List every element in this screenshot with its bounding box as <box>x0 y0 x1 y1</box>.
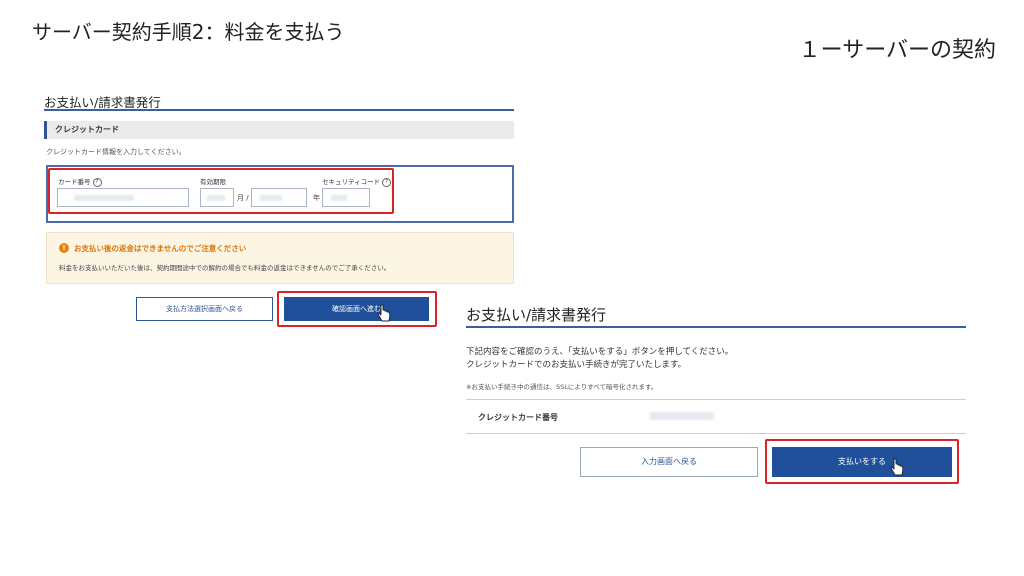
expiry-label: 有効期限 <box>200 178 226 186</box>
confirmation-heading: お支払い/請求書発行 <box>466 306 607 324</box>
help-icon[interactable]: ? <box>382 177 392 187</box>
confirmation-screenshot: お支払い/請求書発行 下記内容をご確認のうえ、「支払いをする」ボタンを押してくだ… <box>466 298 972 498</box>
slide-title: サーバー契約手順2：料金を支払う <box>32 20 345 44</box>
slide-subtitle: １ーサーバーの契約 <box>798 38 996 63</box>
masked-value <box>260 195 282 201</box>
refund-warning: ! お支払い後の返金はできませんのでご注意ください 料金をお支払いいただいた後は… <box>46 232 514 284</box>
ssl-note: ※お支払い手続き中の通信は、SSLによりすべて暗号化されます。 <box>466 383 658 391</box>
heading-underline <box>44 109 514 111</box>
hand-cursor-icon <box>890 458 904 476</box>
expiry-year-input[interactable] <box>251 188 307 207</box>
instruction-line-2: クレジットカードでのお支払い手続きが完了いたします。 <box>466 360 687 370</box>
month-separator: 月 / <box>237 194 249 202</box>
help-icon[interactable]: ? <box>92 177 102 187</box>
row-divider <box>466 433 966 434</box>
masked-value <box>331 195 347 201</box>
section-label: クレジットカード <box>55 125 119 134</box>
warning-title: お支払い後の返金はできませんのでご注意ください <box>74 244 247 253</box>
back-to-payment-method-button[interactable]: 支払方法選択画面へ戻る <box>136 297 273 321</box>
year-unit: 年 <box>313 194 320 202</box>
expiry-month-input[interactable] <box>200 188 234 207</box>
masked-value <box>74 195 134 201</box>
pay-button[interactable]: 支払いをする <box>772 447 952 477</box>
heading-underline <box>466 326 966 328</box>
confirmation-instructions: 下記内容をご確認のうえ、「支払いをする」ボタンを押してください。 クレジットカー… <box>466 346 733 372</box>
card-number-input[interactable] <box>57 188 189 207</box>
security-code-label: セキュリティコード? <box>322 176 392 187</box>
warning-text: 料金をお支払いいただいた後は、契約期間途中での解約の場合でも料金の返金はできませ… <box>59 264 391 272</box>
masked-card-number <box>650 412 714 420</box>
warning-icon: ! <box>59 243 69 253</box>
back-to-input-button[interactable]: 入力画面へ戻る <box>580 447 758 477</box>
instruction-line-1: 下記内容をご確認のうえ、「支払いをする」ボタンを押してください。 <box>466 347 734 357</box>
masked-value <box>207 195 225 201</box>
proceed-to-confirm-button[interactable]: 確認画面へ進む <box>284 297 429 321</box>
hand-cursor-icon <box>377 304 391 322</box>
card-entry-screenshot: お支払い/請求書発行 クレジットカード クレジットカード情報を入力してください。… <box>44 92 516 342</box>
card-number-row-label: クレジットカード番号 <box>478 413 558 422</box>
card-number-label: カード番号? <box>58 176 102 187</box>
row-divider <box>466 399 966 400</box>
security-code-input[interactable] <box>322 188 370 207</box>
card-instruction: クレジットカード情報を入力してください。 <box>46 148 186 156</box>
credit-card-section-header: クレジットカード <box>44 121 514 139</box>
